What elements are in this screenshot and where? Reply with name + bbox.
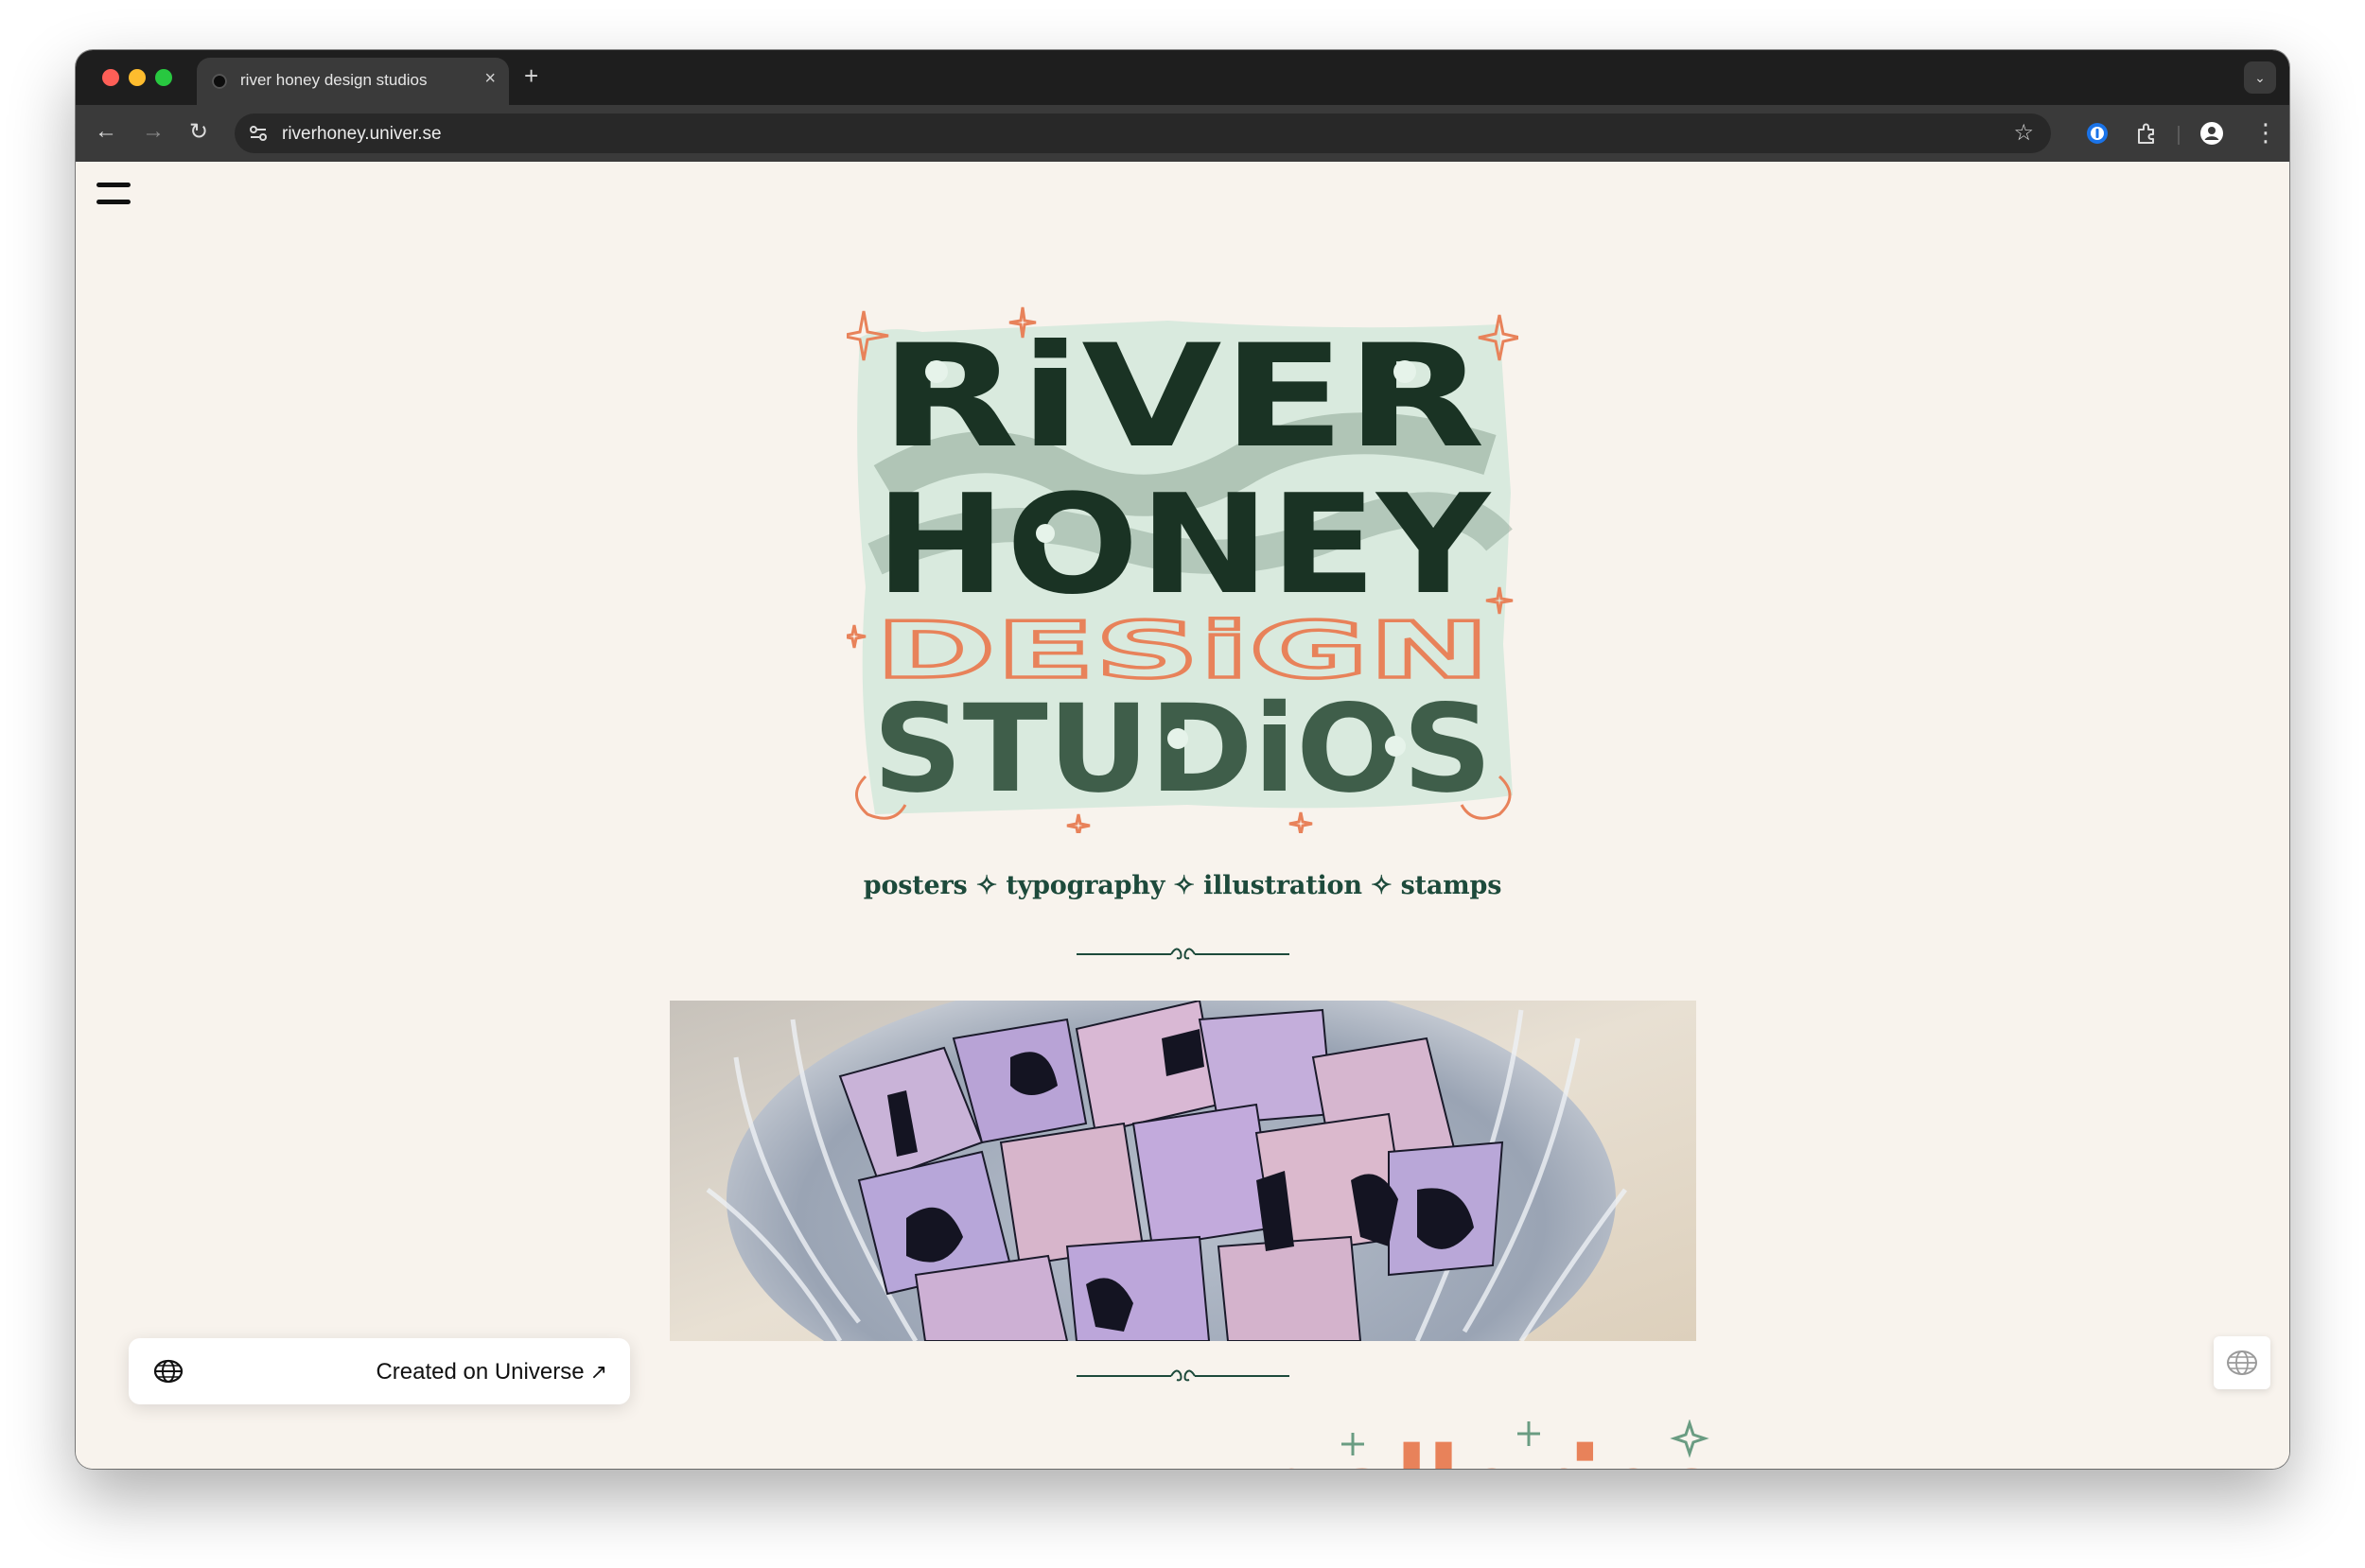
hamburger-menu-icon[interactable] bbox=[96, 183, 131, 205]
language-selector-button[interactable] bbox=[2214, 1336, 2270, 1389]
created-on-universe-link[interactable]: Created on Universe ↗ bbox=[376, 1359, 607, 1385]
stamps-in-glass-bowl-photo bbox=[670, 1001, 1696, 1341]
address-bar[interactable]: riverhoney.univer.se ☆ bbox=[235, 113, 2051, 153]
page-content: RiVER HONEY DESiGN STUDiOS posters ✧ typ… bbox=[76, 162, 2289, 1469]
reload-button[interactable]: ↻ bbox=[189, 118, 208, 146]
external-arrow-icon: ↗ bbox=[589, 1360, 607, 1384]
galleries-heading-text: galleries bbox=[1266, 1420, 1720, 1469]
title-bar: river honey design studios × + ⌄ bbox=[76, 50, 2289, 105]
browser-window: river honey design studios × + ⌄ ← → ↻ r… bbox=[76, 50, 2289, 1469]
language-globe-icon bbox=[2227, 1350, 2257, 1375]
river-honey-logo: RiVER HONEY DESiGN STUDiOS bbox=[847, 306, 1518, 833]
forward-button[interactable]: → bbox=[142, 118, 165, 145]
bookmark-star-icon[interactable]: ☆ bbox=[2013, 119, 2034, 147]
tab-title: river honey design studios bbox=[240, 71, 428, 89]
close-window-button[interactable] bbox=[102, 69, 119, 86]
browser-menu-icon[interactable]: ⋮ bbox=[2253, 118, 2278, 148]
badge-label: Created on Universe bbox=[376, 1359, 585, 1385]
back-button[interactable]: ← bbox=[95, 118, 117, 145]
tab-close-icon[interactable]: × bbox=[484, 68, 496, 90]
favicon-icon bbox=[212, 74, 227, 89]
galleries-heading: galleries bbox=[1266, 1420, 1720, 1469]
new-tab-button[interactable]: + bbox=[524, 61, 538, 91]
created-on-universe-badge[interactable]: Created on Universe ↗ bbox=[129, 1338, 630, 1404]
tagline: posters ✧ typography ✧ illustration ✧ st… bbox=[863, 871, 1502, 900]
password-manager-icon[interactable] bbox=[2085, 121, 2110, 146]
minimize-window-button[interactable] bbox=[129, 69, 146, 86]
browser-tab-active[interactable]: river honey design studios × bbox=[197, 58, 509, 105]
url-text[interactable]: riverhoney.univer.se bbox=[282, 124, 442, 145]
logo-line-river: RiVER bbox=[880, 315, 1485, 479]
tab-search-button[interactable]: ⌄ bbox=[2244, 61, 2276, 94]
globe-icon bbox=[153, 1359, 184, 1384]
ornamental-divider bbox=[1077, 1369, 1289, 1382]
profile-avatar-icon[interactable] bbox=[2199, 121, 2224, 146]
site-info-icon[interactable] bbox=[246, 121, 271, 146]
extensions-puzzle-icon[interactable] bbox=[2134, 121, 2159, 146]
maximize-window-button[interactable] bbox=[155, 69, 172, 86]
browser-toolbar: ← → ↻ riverhoney.univer.se ☆ ⋮ bbox=[76, 105, 2289, 162]
toolbar-divider bbox=[2178, 126, 2180, 145]
ornamental-divider bbox=[1077, 948, 1289, 960]
logo-line-honey: HONEY bbox=[875, 465, 1492, 625]
